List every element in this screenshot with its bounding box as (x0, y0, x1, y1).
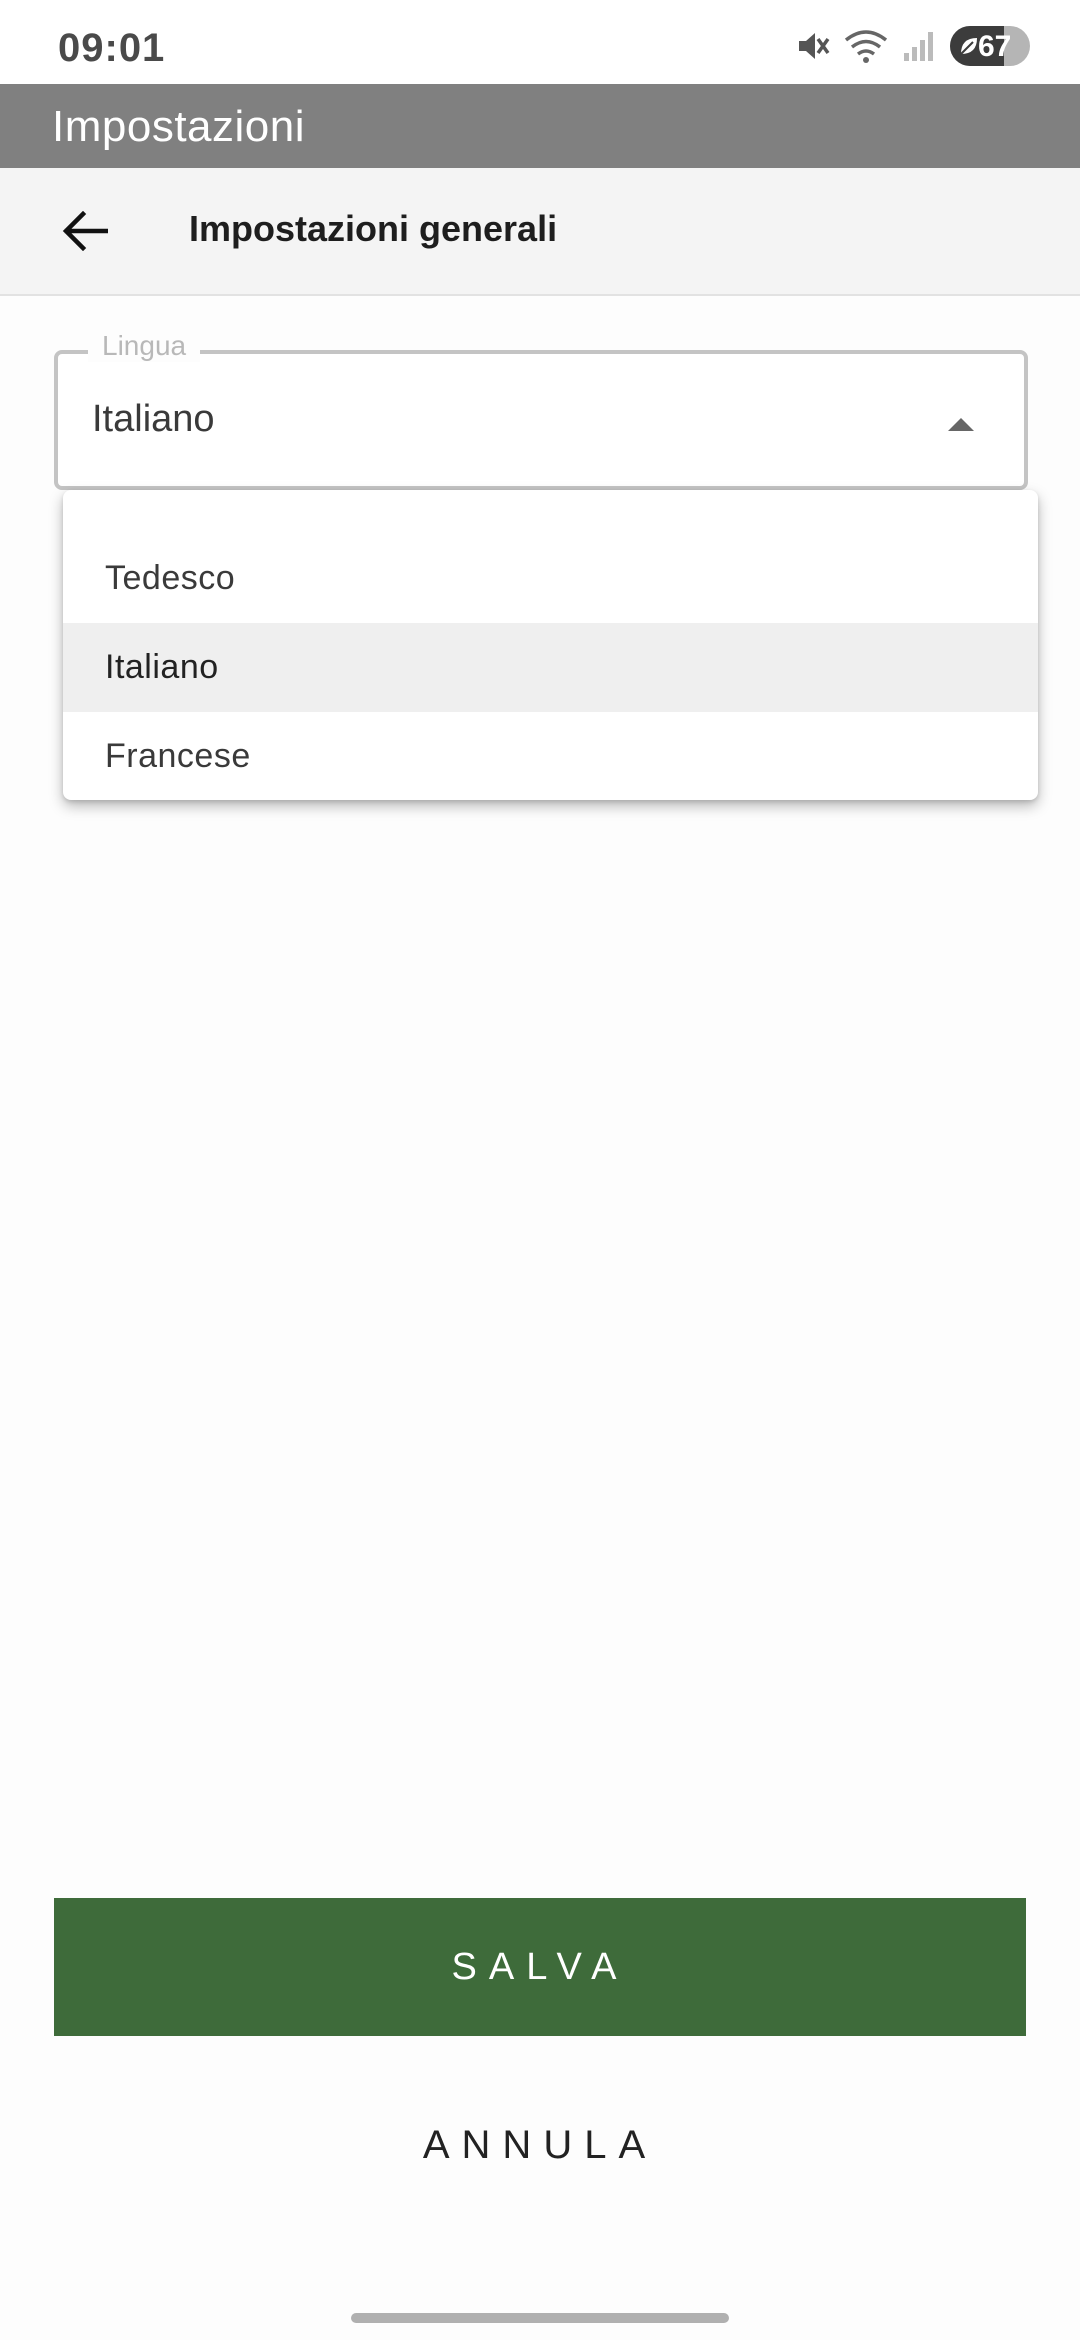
back-button[interactable] (50, 198, 120, 268)
caret-up-icon (946, 416, 976, 437)
status-bar: 09:01 67 (0, 0, 1080, 84)
language-dropdown: Tedesco Italiano Francese (63, 490, 1038, 800)
app-bar: Impostazioni (0, 84, 1080, 168)
settings-screen: 09:01 67 Impostazioni Impostazioni gener… (0, 0, 1080, 2340)
app-title: Impostazioni (52, 102, 306, 151)
cancel-button[interactable]: ANNULA (54, 2090, 1026, 2200)
mute-icon (796, 29, 830, 63)
sub-header: Impostazioni generali (0, 168, 1080, 296)
language-option-tedesco[interactable]: Tedesco (63, 534, 1038, 623)
language-option-francese[interactable]: Francese (63, 712, 1038, 801)
signal-icon (902, 29, 936, 63)
language-option-italiano[interactable]: Italiano (63, 623, 1038, 712)
save-button[interactable]: SALVA (54, 1898, 1026, 2036)
language-label: Lingua (88, 330, 201, 362)
status-icons: 67 (796, 26, 1030, 66)
leaf-icon (958, 35, 980, 57)
home-indicator[interactable] (351, 2313, 729, 2323)
language-select[interactable]: Lingua Italiano (54, 330, 1028, 490)
battery-icon: 67 (950, 26, 1030, 66)
page-title: Impostazioni generali (189, 208, 558, 249)
arrow-left-icon (62, 210, 109, 256)
wifi-icon (844, 28, 888, 64)
status-time: 09:01 (58, 26, 166, 70)
battery-level: 67 (978, 30, 1012, 63)
language-value: Italiano (92, 398, 215, 440)
